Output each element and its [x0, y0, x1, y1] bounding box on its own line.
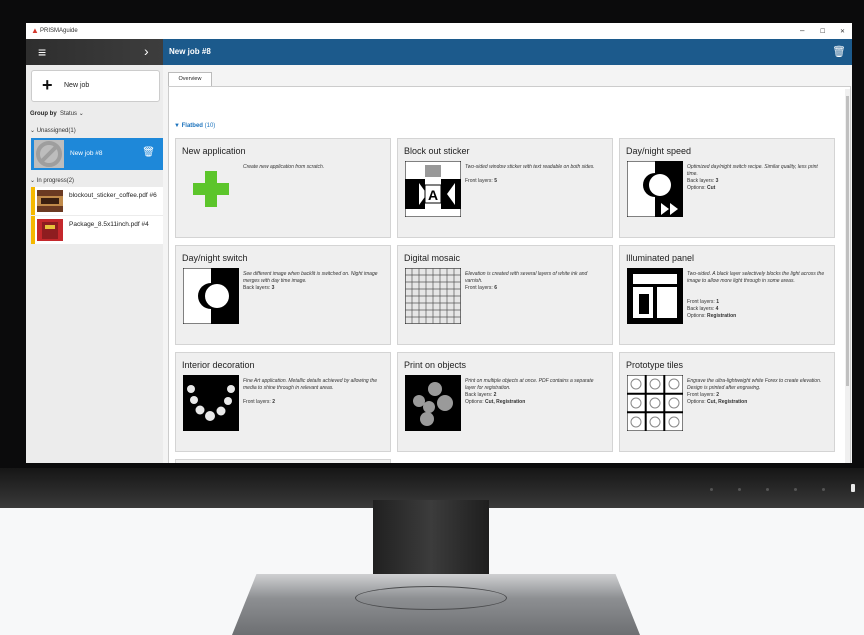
trash-icon[interactable]: 🗑 [832, 45, 846, 58]
chevron-down-icon: ⌄ [30, 128, 36, 134]
window-title: PRISMAguide [40, 28, 78, 34]
mosaic-thumbnail [404, 267, 462, 325]
card-description: Optimized day/night switch recipe. Simil… [687, 164, 818, 177]
close-button[interactable]: ✕ [840, 28, 845, 35]
chevron-down-icon: ⌄ [30, 178, 36, 184]
page-header: New job #8 🗑 [163, 39, 852, 65]
card-description: Engrave the ultra-lightweight white Fore… [687, 378, 822, 391]
unassigned-group[interactable]: ⌄ Unassigned(1) [30, 127, 76, 134]
card-meta: Front layers: 1 Back layers: 4 Options: Re… [687, 299, 737, 319]
card-meta: Front layers: 5 [465, 178, 497, 184]
list-item[interactable]: blockout_sticker_coffee.pdf #6 [31, 187, 163, 215]
content-scrollbar[interactable] [845, 89, 850, 463]
minimize-button[interactable]: – [800, 26, 804, 35]
card-description: Two-sided. A black layer selectively blo… [687, 271, 825, 284]
hamburger-icon[interactable]: ≡ [38, 45, 46, 59]
power-led [851, 484, 855, 492]
unassigned-label: Unassigned(1) [36, 128, 76, 134]
list-item[interactable]: Package_8.5x11inch.pdf #4 [31, 216, 163, 244]
in-progress-label: In progress(2) [36, 178, 75, 184]
chevron-right-icon[interactable]: › [144, 44, 149, 58]
necklace-thumbnail [183, 375, 239, 431]
card-title: Prototype tiles [626, 360, 684, 370]
job-thumbnail [37, 219, 63, 241]
card-meta: Front layers: 2 [243, 399, 275, 405]
day-night-thumbnail [626, 160, 684, 218]
card-title: New application [182, 146, 246, 156]
section-label: Flatbed [181, 123, 203, 129]
title-bar: ▲ PRISMAguide – ☐ ✕ [26, 23, 852, 39]
in-progress-group[interactable]: ⌄ In progress(2) [30, 177, 74, 184]
card-description: Print on multiple objects at once. PDF c… [465, 378, 594, 391]
card-interior-decoration[interactable]: Interior decoration Fine Art application… [175, 352, 391, 452]
card-meta: Front layers: 6 [465, 285, 497, 291]
card-title: Interior decoration [182, 360, 255, 370]
card-day-night-switch[interactable]: Day/night switch See different image whe… [175, 245, 391, 345]
trash-icon[interactable]: 🗑 [142, 147, 155, 158]
card-illuminated-panel[interactable]: Illuminated panel Two-sided. A black lay… [619, 245, 835, 345]
scrollbar-thumb[interactable] [846, 96, 849, 386]
job-name: blockout_sticker_coffee.pdf #6 [69, 192, 157, 199]
card-title: Digital mosaic [404, 253, 461, 263]
card-title: Day/night switch [182, 253, 248, 263]
card-digital-mosaic[interactable]: Digital mosaic Elevation is created with… [397, 245, 613, 345]
card-meta: Front layers: 2 Options: Cut, Registratio… [687, 392, 748, 405]
maximize-button[interactable]: ☐ [820, 28, 825, 35]
job-thumbnail [37, 190, 63, 212]
group-by-label: Group by [30, 111, 57, 117]
card-meta: Back layers: 2 Options: Cut, Registration [465, 392, 526, 405]
card-title: Print on objects [404, 360, 467, 370]
sidebar-header: ≡ › [26, 39, 163, 65]
card-meta: Back layers: 3 Options: Cut [687, 178, 719, 191]
chevron-down-icon: ⌄ [78, 111, 84, 117]
card-description: See different image when backlit is swit… [243, 271, 378, 284]
status-bar [31, 216, 35, 244]
card-block-out-sticker[interactable]: Block out sticker A Two-sided window sti… [397, 138, 613, 238]
card-new-application[interactable]: New application Create new application f… [175, 138, 391, 238]
sticker-thumbnail: A [404, 160, 462, 218]
group-by-select[interactable]: Status [60, 111, 77, 117]
plus-icon [183, 161, 239, 217]
job-item-selected[interactable]: New job #8 🗑 [31, 138, 163, 170]
page-title: New job #8 [169, 47, 211, 56]
group-by-control[interactable]: Group by Status ⌄ [30, 110, 84, 117]
card-description: Fine Art application. Metallic details a… [243, 378, 378, 391]
monitor-stand-ring [355, 586, 507, 610]
job-name: New job #8 [70, 150, 103, 157]
job-sidebar: + New job Group by Status ⌄ ⌄ Unassigned… [26, 65, 163, 463]
card-prototype-tiles[interactable]: Prototype tiles Engrave the ultra-lightw… [619, 352, 835, 452]
card-description: Two-sided window sticker with text reada… [465, 164, 595, 170]
card-partial[interactable] [175, 459, 391, 463]
new-job-button[interactable]: + New job [31, 70, 160, 102]
prisma-logo-icon: ▲ [31, 26, 39, 35]
svg-text:A: A [428, 187, 438, 203]
new-job-label: New job [64, 82, 90, 89]
job-name: Package_8.5x11inch.pdf #4 [69, 221, 149, 228]
card-description: Elevation is created with several layers… [465, 271, 588, 284]
status-bar [31, 187, 35, 215]
tiles-thumbnail [626, 374, 684, 432]
card-meta: Back layers: 3 [243, 285, 275, 291]
window-thumbnail [627, 268, 683, 324]
card-description: Create new application from scratch. [243, 164, 325, 170]
objects-thumbnail [405, 375, 461, 431]
overview-content: ▼ Flatbed (10) New application Create ne… [168, 86, 851, 463]
main-panel: Overview ▼ Flatbed (10) New application … [163, 65, 852, 463]
day-night-thumbnail [182, 267, 240, 325]
tab-overview[interactable]: Overview [168, 72, 212, 87]
card-day-night-speed[interactable]: Day/night speed Optimized day/night swit… [619, 138, 835, 238]
card-title: Illuminated panel [626, 253, 695, 263]
card-title: Day/night speed [626, 146, 692, 156]
flatbed-section-toggle[interactable]: ▼ Flatbed (10) [174, 123, 215, 129]
card-print-on-objects[interactable]: Print on objects Print on multiple objec… [397, 352, 613, 452]
app-window: ▲ PRISMAguide – ☐ ✕ ≡ › New job #8 🗑 + N… [26, 23, 852, 463]
plus-icon: + [42, 75, 53, 95]
section-count: (10) [204, 123, 216, 129]
monitor-stand-neck [373, 500, 489, 582]
card-title: Block out sticker [404, 146, 470, 156]
job-thumbnail [34, 140, 64, 168]
